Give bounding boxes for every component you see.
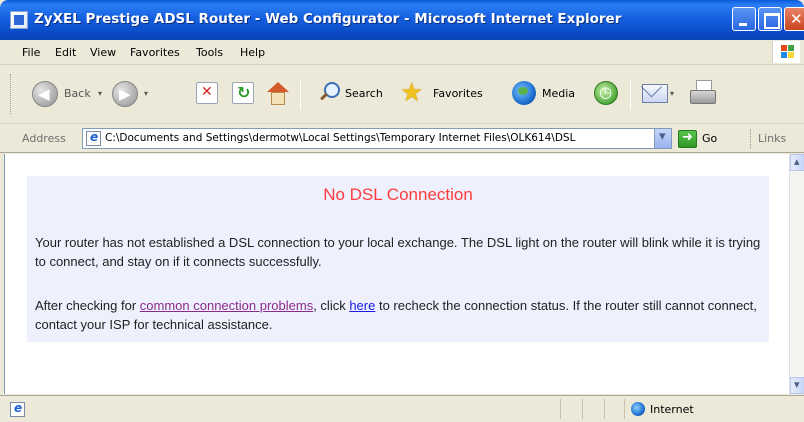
instructions-text-middle: , click: [313, 298, 350, 313]
status-segment: [604, 399, 605, 419]
back-dropdown-icon[interactable]: ▾: [98, 89, 102, 98]
history-icon[interactable]: [594, 81, 618, 105]
search-icon[interactable]: [318, 82, 340, 102]
scroll-up-button[interactable]: [790, 154, 804, 171]
address-value[interactable]: C:\Documents and Settings\dermotw\Local …: [105, 132, 651, 144]
maximize-button[interactable]: [758, 7, 782, 31]
media-button-label[interactable]: Media: [542, 87, 575, 100]
windows-flag-icon: [772, 41, 800, 63]
status-segment: [582, 399, 583, 419]
address-dropdown-icon[interactable]: [654, 129, 671, 148]
page-icon: [86, 130, 101, 146]
minimize-button[interactable]: [732, 7, 756, 31]
links-button[interactable]: Links: [758, 132, 786, 145]
menu-help[interactable]: Help: [240, 46, 265, 59]
back-button-label[interactable]: Back: [64, 87, 91, 100]
message-paragraph: Your router has not established a DSL co…: [35, 235, 761, 269]
status-bar: Internet: [0, 395, 804, 422]
address-label: Address: [22, 132, 66, 145]
menu-bar: File Edit View Favorites Tools Help: [0, 40, 804, 65]
go-button-label[interactable]: Go: [702, 132, 717, 145]
title-bar[interactable]: ZyXEL Prestige ADSL Router - Web Configu…: [0, 0, 804, 40]
browser-window: ZyXEL Prestige ADSL Router - Web Configu…: [0, 0, 804, 422]
close-button[interactable]: [784, 7, 804, 31]
toolbar-separator: [300, 80, 301, 110]
toolbar: Back ▾ ▾ Search ★ Favorites Media ▾: [0, 66, 804, 124]
mail-icon[interactable]: [642, 82, 668, 103]
address-bar: Address C:\Documents and Settings\dermot…: [0, 125, 804, 153]
go-arrow-icon[interactable]: [678, 130, 697, 148]
menu-view[interactable]: View: [90, 46, 116, 59]
search-button-label[interactable]: Search: [345, 87, 383, 100]
recheck-link[interactable]: here: [349, 298, 375, 313]
menu-file[interactable]: File: [22, 46, 40, 59]
page-content: No DSL Connection Your router has not es…: [4, 154, 789, 394]
stop-icon[interactable]: [196, 82, 218, 104]
forward-dropdown-icon[interactable]: ▾: [144, 89, 148, 98]
home-icon[interactable]: [266, 82, 289, 105]
toolbar-grip[interactable]: [10, 74, 13, 114]
ie-page-icon: [10, 11, 28, 29]
forward-arrow-icon[interactable]: [112, 81, 138, 107]
refresh-icon[interactable]: [232, 82, 254, 104]
page-title: No DSL Connection: [323, 185, 473, 204]
instructions-text-before: After checking for: [35, 298, 140, 313]
vertical-scrollbar[interactable]: [789, 154, 804, 394]
status-segment: [624, 399, 625, 419]
common-problems-link[interactable]: common connection problems: [140, 298, 313, 313]
status-page-icon: [10, 401, 25, 417]
address-input[interactable]: C:\Documents and Settings\dermotw\Local …: [82, 128, 672, 149]
status-segment: [560, 399, 561, 419]
favorites-button-label[interactable]: Favorites: [433, 87, 483, 100]
menu-tools[interactable]: Tools: [196, 46, 223, 59]
media-icon[interactable]: [512, 81, 536, 105]
internet-zone-label: Internet: [650, 403, 694, 416]
mail-dropdown-icon[interactable]: ▾: [670, 89, 674, 98]
menu-edit[interactable]: Edit: [55, 46, 76, 59]
instructions-paragraph: After checking for common connection pro…: [35, 296, 765, 334]
toolbar-separator: [630, 80, 631, 110]
scroll-down-button[interactable]: [790, 377, 804, 394]
print-icon[interactable]: [690, 80, 716, 106]
favorites-star-icon[interactable]: ★: [400, 78, 423, 108]
message-panel: No DSL Connection Your router has not es…: [27, 176, 769, 342]
internet-zone-globe-icon: [631, 402, 645, 416]
links-separator: [750, 129, 751, 149]
window-title: ZyXEL Prestige ADSL Router - Web Configu…: [34, 11, 622, 27]
back-arrow-icon[interactable]: [32, 81, 58, 107]
menu-favorites[interactable]: Favorites: [130, 46, 180, 59]
